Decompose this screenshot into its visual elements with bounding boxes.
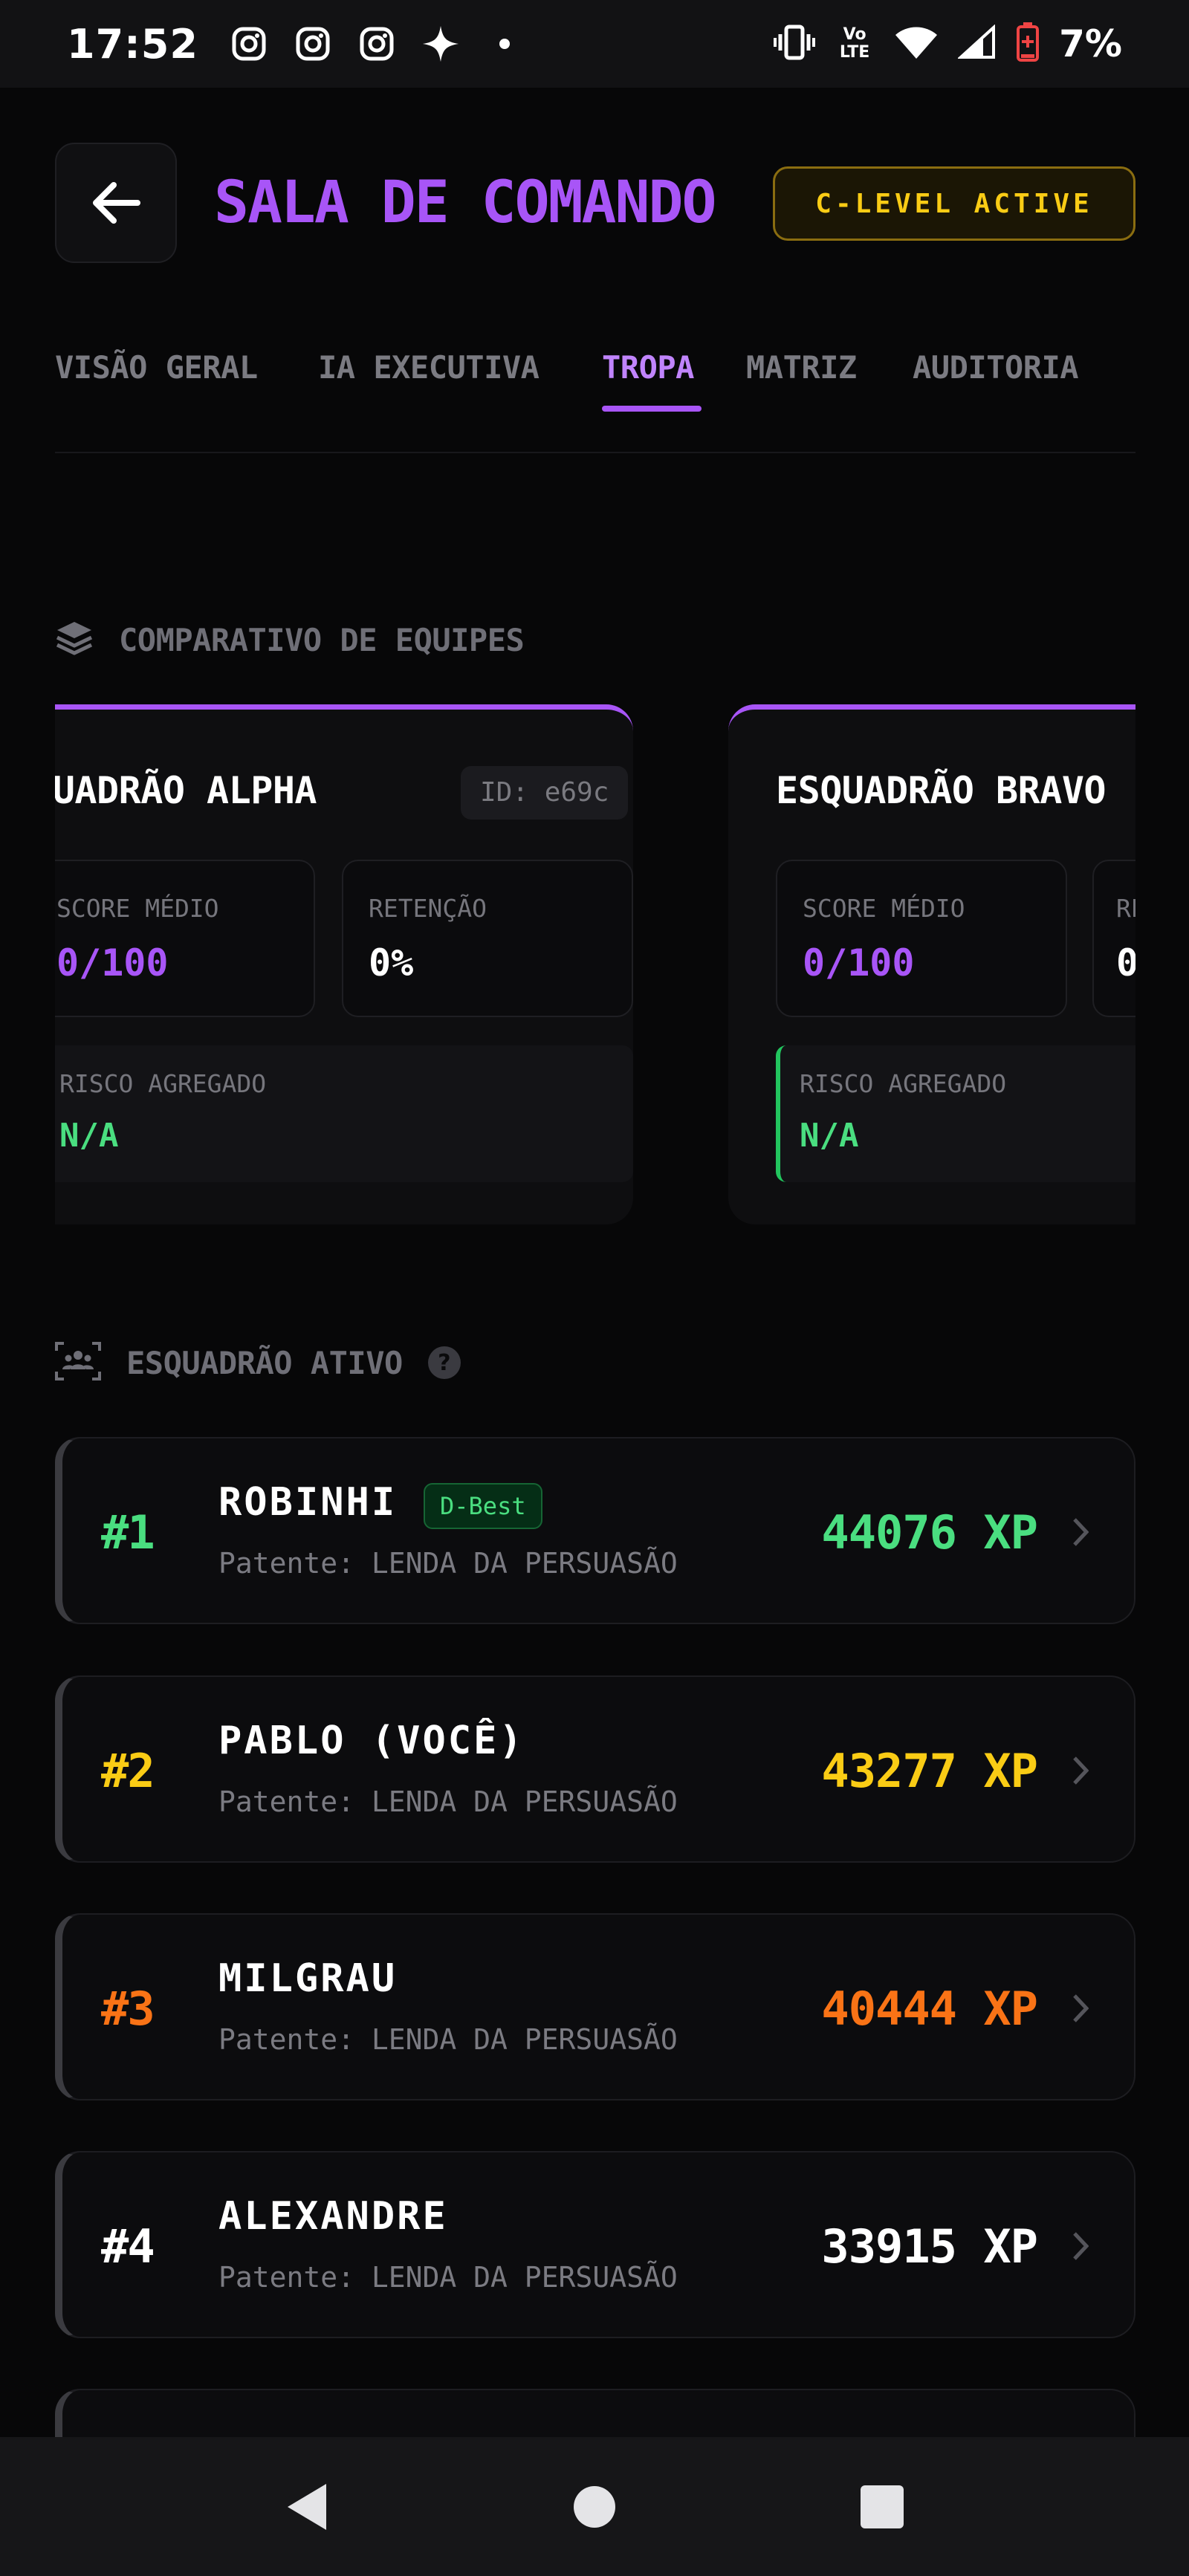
team-id: ID: e69c [461,766,629,820]
chevron-right-icon [1066,2230,1095,2262]
dot-icon [485,25,524,63]
cell-signal-icon [956,24,997,63]
help-icon[interactable]: ? [427,1346,461,1379]
notification-icons [230,25,524,63]
chevron-right-icon [1066,1516,1095,1548]
member-rank: Patente: LENDA DA PERSUASÃO [218,1547,678,1580]
system-icons: Vo LTE 7% [774,22,1122,65]
member-position: #3 [101,1982,155,2036]
score-metric: SCORE MÉDIO 0/100 [55,860,315,1017]
retention-metric: RETENÇÃO 0% [1092,860,1135,1017]
retention-value: 0% [1116,941,1135,984]
score-value: 0/100 [803,941,915,984]
vibrate-icon [774,24,816,64]
comparison-section-header: COMPARATIVO DE EQUIPES [55,620,525,660]
active-squad-header: ESQUADRÃO ATIVO ? [55,1342,461,1383]
layers-icon [55,620,94,660]
team-card-alpha[interactable]: ESQUADRÃO ALPHA ID: e69c SCORE MÉDIO 0/1… [55,704,633,1224]
back-nav-icon[interactable] [262,2462,351,2551]
tab-bar: VISÃO GERAL IA EXECUTIVA TROPA MATRIZ AU… [55,349,1135,453]
member-rank: Patente: LENDA DA PERSUASÃO [218,1785,678,1818]
member-name: ALEXANDRE [218,2194,448,2239]
active-tab-indicator [602,406,702,412]
member-xp: 33915 XP [821,2219,1038,2274]
member-position: #2 [101,1744,155,1798]
back-button[interactable] [55,143,177,263]
member-xp: 44076 XP [821,1505,1038,1560]
risk-value: N/A [59,1117,119,1155]
chevron-right-icon [1066,1992,1095,2025]
tab-ia-executiva[interactable]: IA EXECUTIVA [318,349,540,386]
squad-member-row[interactable]: #2 PABLO (VOCÊ) Patente: LENDA DA PERSUA… [55,1675,1135,1863]
team-name: ESQUADRÃO BRAVO [776,769,1107,812]
c-level-badge: C-LEVEL ACTIVE [773,166,1135,241]
battery-percent: 7% [1059,22,1122,65]
retention-value: 0% [369,941,414,984]
tab-matriz[interactable]: MATRIZ [746,349,857,386]
team-name: ESQUADRÃO ALPHA [55,769,317,812]
status-bar: 17:52 Vo LTE 7% [0,0,1189,88]
volte-icon: Vo LTE [839,25,870,62]
tabs-divider [55,452,1135,453]
instagram-icon [294,25,332,63]
score-label: SCORE MÉDIO [56,894,219,923]
member-rank: Patente: LENDA DA PERSUASÃO [218,2023,678,2056]
team-card-bravo[interactable]: ESQUADRÃO BRAVO SCORE MÉDIO 0/100 RETENÇ… [728,704,1135,1224]
risk-label: RISCO AGREGADO [800,1069,1007,1098]
member-name: ROBINHI [218,1480,398,1525]
sparkle-icon [421,25,460,63]
app-screen: 17:52 Vo LTE 7% SALA DE COMANDO C-LEVEL … [0,0,1189,2576]
battery-icon [1016,22,1040,65]
system-nav-bar [0,2437,1189,2576]
instagram-icon [357,25,396,63]
active-squad-title: ESQUADRÃO ATIVO [126,1344,403,1381]
page-title: SALA DE COMANDO [214,169,716,236]
member-xp: 43277 XP [821,1744,1038,1798]
score-value: 0/100 [56,941,169,984]
team-carousel[interactable]: ESQUADRÃO ALPHA ID: e69c SCORE MÉDIO 0/1… [55,704,1135,1224]
squad-member-row[interactable]: #1 ROBINHI D-Best Patente: LENDA DA PERS… [55,1437,1135,1624]
score-label: SCORE MÉDIO [803,894,965,923]
chevron-right-icon [1066,1754,1095,1787]
risk-label: RISCO AGREGADO [59,1069,267,1098]
squad-member-row[interactable]: #4 ALEXANDRE Patente: LENDA DA PERSUASÃO… [55,2151,1135,2338]
member-position: #1 [101,1505,155,1560]
instagram-icon [230,25,268,63]
member-xp: 40444 XP [821,1982,1038,2036]
member-name: MILGRAU [218,1956,398,2001]
home-nav-icon[interactable] [550,2462,639,2551]
risk-value: N/A [800,1117,859,1155]
risk-metric: RISCO AGREGADO N/A [55,1045,633,1182]
wifi-icon [894,25,939,63]
tab-visao-geral[interactable]: VISÃO GERAL [55,349,258,386]
retention-label: RETENÇÃO [1116,894,1135,923]
member-rank: Patente: LENDA DA PERSUASÃO [218,2261,678,2294]
tab-auditoria[interactable]: AUDITORIA [913,349,1079,386]
member-name: PABLO (VOCÊ) [218,1719,525,1763]
squad-member-row[interactable]: #3 MILGRAU Patente: LENDA DA PERSUASÃO 4… [55,1913,1135,2100]
risk-metric: RISCO AGREGADO N/A [776,1045,1135,1182]
retention-metric: RETENÇÃO 0% [342,860,633,1017]
score-metric: SCORE MÉDIO 0/100 [776,860,1067,1017]
comparison-title: COMPARATIVO DE EQUIPES [119,621,525,658]
member-tag-badge: D-Best [424,1483,542,1529]
member-position: #4 [101,2219,155,2274]
retention-label: RETENÇÃO [369,894,487,923]
clock: 17:52 [67,20,198,68]
tab-tropa[interactable]: TROPA [602,349,694,386]
arrow-left-icon [93,182,140,224]
team-users-icon [55,1342,101,1383]
recents-nav-icon[interactable] [838,2462,927,2551]
